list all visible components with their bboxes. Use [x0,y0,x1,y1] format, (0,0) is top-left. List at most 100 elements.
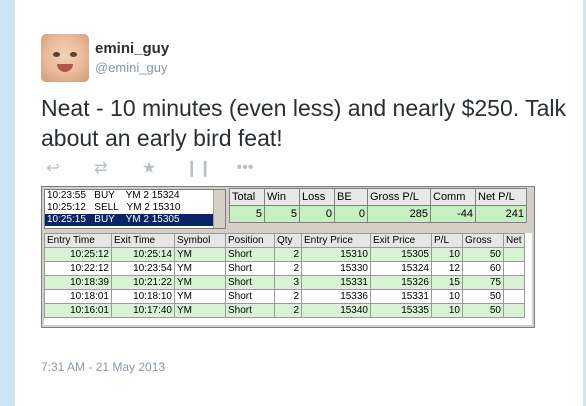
favorite-icon[interactable]: ★ [137,158,161,178]
order-detail: YM 2 15310 [126,202,181,213]
table-row[interactable]: 10:18:01 10:18:10 YM Short 2 15336 15331… [44,289,525,304]
order-side: BUY [94,190,115,201]
order-row[interactable]: 10:25:12 SELL YM 2 15310 [45,202,225,214]
summary-value: 5 [229,205,265,223]
table-cell: 10:18:39 [44,275,112,290]
table-cell: 10:23:54 [111,261,175,276]
table-cell: 10 [431,247,463,262]
avatar-eye [70,52,77,57]
table-cell: 10:25:14 [111,247,175,262]
table-cell: 12 [431,261,463,276]
orders-scrollbar[interactable] [213,190,225,228]
trades-table: Entry Time Exit Time Symbol Position Qty… [44,233,532,325]
summary-value: 5 [264,205,300,223]
order-side: BUY [94,214,115,225]
table-cell: 15330 [301,261,371,276]
order-row[interactable]: 10:23:55 BUY YM 2 15324 [45,190,225,202]
tweet-timestamp[interactable]: 7:31 AM - 21 May 2013 [41,360,165,374]
order-detail: YM 2 15324 [125,190,180,201]
column-header[interactable]: Entry Time [44,233,112,248]
table-cell: 10:22:12 [44,261,112,276]
table-cell: 50 [462,289,504,304]
table-cell: 2 [274,247,302,262]
table-cell [503,289,525,304]
table-cell: 15324 [370,261,432,276]
table-cell: 15331 [301,275,371,290]
column-header[interactable]: Exit Time [111,233,175,248]
order-time: 10:25:12 [47,202,86,213]
column-header[interactable]: Gross [462,233,504,248]
table-cell: 50 [462,247,504,262]
summary-header: Total [229,188,265,206]
table-cell: 10 [431,303,463,318]
summary-value: -44 [430,205,476,223]
table-cell: YM [174,289,226,304]
table-cell: 75 [462,275,504,290]
avatar-eye [53,52,60,57]
tweet-actions: ↩ ⇄ ★ ❙❙ ••• [41,158,257,178]
summary-table: Total Win Loss BE Gross P/L Comm Net P/L… [229,188,534,228]
order-side: SELL [94,202,119,213]
table-cell: Short [225,289,275,304]
column-header[interactable]: Symbol [174,233,226,248]
table-cell: Short [225,261,275,276]
table-cell: 10:21:22 [111,275,175,290]
order-detail: YM 2 15305 [125,214,180,225]
table-row[interactable]: 10:22:12 10:23:54 YM Short 2 15330 15324… [44,261,525,276]
summary-header: Win [264,188,300,206]
summary-header: Net P/L [475,188,527,206]
summary-value: 285 [367,205,431,223]
column-header[interactable]: Position [225,233,275,248]
retweet-icon[interactable]: ⇄ [89,158,113,178]
table-row[interactable]: 10:25:12 10:25:14 YM Short 2 15310 15305… [44,247,525,262]
summary-header: Gross P/L [367,188,431,206]
user-name[interactable]: emini_guy [95,40,169,57]
table-cell: 2 [274,261,302,276]
table-cell: 10:18:01 [44,289,112,304]
table-cell: 10:18:10 [111,289,175,304]
order-time: 10:25:15 [47,214,86,225]
table-cell: Short [225,303,275,318]
order-row-selected[interactable]: 10:25:15 BUY YM 2 15305 [45,214,225,226]
summary-value: 241 [475,205,527,223]
table-cell: 15310 [301,247,371,262]
table-cell: 15305 [370,247,432,262]
avatar-mouth [57,64,73,72]
summary-header: BE [334,188,368,206]
column-header[interactable]: Net [503,233,525,248]
table-cell: YM [174,247,226,262]
table-cell: 2 [274,289,302,304]
table-cell: 15326 [370,275,432,290]
table-cell: 10:17:40 [111,303,175,318]
more-icon[interactable]: ••• [233,159,257,177]
column-header[interactable]: Entry Price [301,233,371,248]
table-cell: 50 [462,303,504,318]
reply-icon[interactable]: ↩ [41,158,65,178]
table-cell: 15 [431,275,463,290]
tweet-card: emini_guy @emini_guy Neat - 10 minutes (… [14,0,584,406]
summary-header: Comm [430,188,476,206]
orders-list: 10:23:55 BUY YM 2 15324 10:25:12 SELL YM… [44,189,226,229]
table-cell: Short [225,247,275,262]
avatar[interactable] [41,34,89,82]
user-handle[interactable]: @emini_guy [95,60,167,75]
table-cell: 10 [431,289,463,304]
table-cell: 10:25:12 [44,247,112,262]
table-row[interactable]: 10:18:39 10:21:22 YM Short 3 15331 15326… [44,275,525,290]
table-cell: YM [174,303,226,318]
column-header[interactable]: Qty [274,233,302,248]
table-cell: 3 [274,275,302,290]
table-cell: YM [174,275,226,290]
table-cell [503,261,525,276]
table-cell [503,247,525,262]
table-cell: 10:16:01 [44,303,112,318]
analytics-icon[interactable]: ❙❙ [185,158,212,178]
table-cell: 2 [274,303,302,318]
table-cell: 15340 [301,303,371,318]
table-row[interactable]: 10:16:01 10:17:40 YM Short 2 15340 15335… [44,303,525,318]
column-header[interactable]: P/L [431,233,463,248]
table-cell: 15331 [370,289,432,304]
trading-screenshot: 10:23:55 BUY YM 2 15324 10:25:12 SELL YM… [41,186,535,328]
tweet-text: Neat - 10 minutes (even less) and nearly… [41,95,567,151]
column-header[interactable]: Exit Price [370,233,432,248]
